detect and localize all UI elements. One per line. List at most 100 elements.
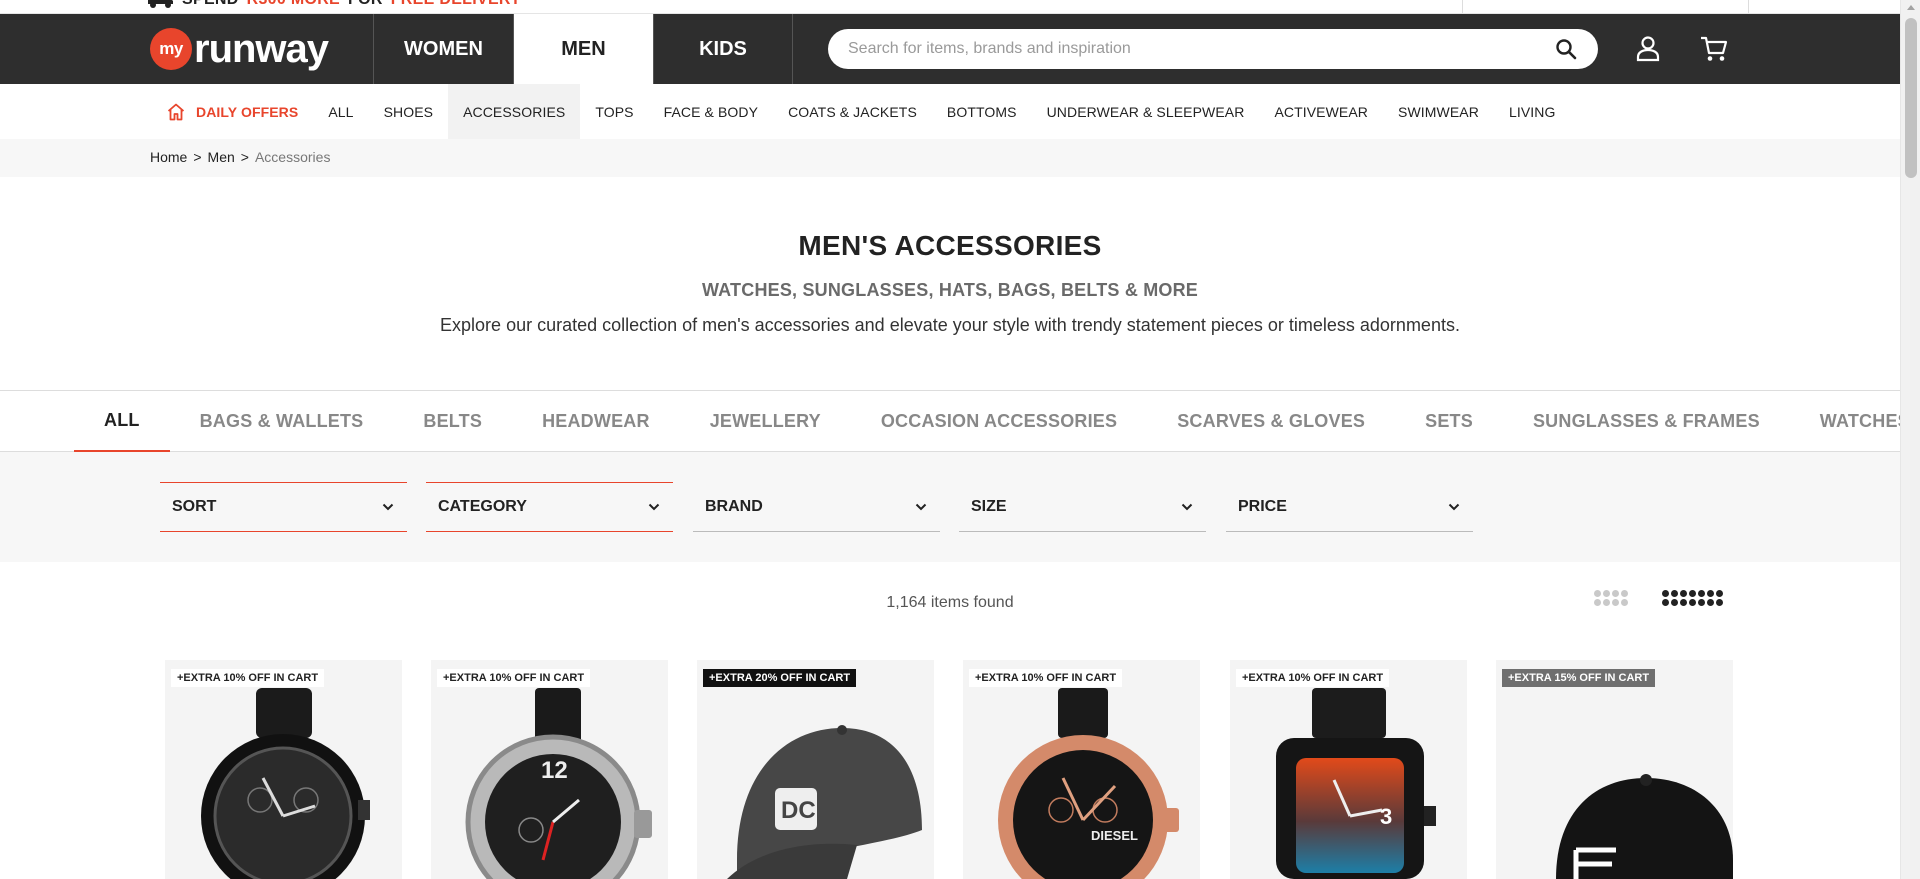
chevron-down-icon bbox=[915, 503, 927, 510]
nav-item-living[interactable]: LIVING bbox=[1494, 84, 1571, 139]
product-card[interactable]: +EXTRA 10% OFF IN CART 12 bbox=[431, 660, 668, 879]
chevron-down-icon bbox=[648, 503, 660, 511]
brand-dropdown[interactable]: BRAND bbox=[693, 482, 940, 532]
search-icon[interactable] bbox=[1554, 37, 1578, 61]
nav-item-coats-jackets[interactable]: COATS & JACKETS bbox=[773, 84, 932, 139]
promo-badge: +EXTRA 10% OFF IN CART bbox=[969, 669, 1123, 687]
promo-badge: +EXTRA 15% OFF IN CART bbox=[1502, 669, 1656, 687]
svg-text:DC: DC bbox=[781, 797, 816, 824]
subcategory-tabs: ALL BAGS & WALLETS BELTS HEADWEAR JEWELL… bbox=[0, 390, 1910, 452]
chevron-down-icon bbox=[382, 503, 394, 511]
product-image-black-cap bbox=[1556, 774, 1733, 879]
promo-banner: SPEND R300 MORE FOR FREE DELIVERY bbox=[0, 0, 1900, 14]
svg-text:3: 3 bbox=[1380, 804, 1392, 829]
size-dropdown[interactable]: SIZE bbox=[959, 482, 1206, 532]
tab-occasion-accessories[interactable]: OCCASION ACCESSORIES bbox=[851, 391, 1147, 452]
delivery-truck-icon bbox=[148, 0, 173, 8]
large-grid-view-icon[interactable] bbox=[1662, 590, 1723, 606]
gender-tab-men[interactable]: MEN bbox=[513, 14, 653, 84]
breadcrumb-current: Accessories bbox=[254, 149, 331, 165]
category-dropdown[interactable]: CATEGORY bbox=[426, 482, 673, 532]
breadcrumb-bar: Home > Men > Accessories bbox=[0, 139, 1900, 177]
tab-headwear[interactable]: HEADWEAR bbox=[512, 391, 680, 452]
product-card[interactable]: +EXTRA 15% OFF IN CART bbox=[1496, 660, 1733, 879]
price-dropdown[interactable]: PRICE bbox=[1226, 482, 1473, 532]
product-image-grey-cap: DC bbox=[727, 725, 922, 879]
nav-item-underwear-sleepwear[interactable]: UNDERWEAR & SLEEPWEAR bbox=[1032, 84, 1260, 139]
tab-belts[interactable]: BELTS bbox=[393, 391, 512, 452]
tab-jewellery[interactable]: JEWELLERY bbox=[680, 391, 851, 452]
site-logo[interactable]: my runway bbox=[150, 26, 329, 72]
promo-badge: +EXTRA 10% OFF IN CART bbox=[1236, 669, 1390, 687]
promo-middle: FOR bbox=[348, 0, 383, 9]
promo-divider bbox=[1748, 0, 1749, 13]
sort-label: SORT bbox=[172, 498, 217, 515]
nav-daily-offers[interactable]: DAILY OFFERS bbox=[150, 84, 313, 139]
product-card[interactable]: +EXTRA 10% OFF IN CART 3 bbox=[1230, 660, 1467, 879]
logo-badge: my bbox=[150, 28, 192, 70]
product-card[interactable]: +EXTRA 10% OFF IN CART DIESEL bbox=[963, 660, 1200, 879]
promo-text: SPEND R300 MORE FOR FREE DELIVERY bbox=[148, 0, 521, 9]
nav-item-swimwear[interactable]: SWIMWEAR bbox=[1383, 84, 1494, 139]
product-image-square-watch: 3 bbox=[1276, 688, 1436, 879]
breadcrumb-home[interactable]: Home bbox=[150, 149, 187, 165]
scrollbar-thumb[interactable] bbox=[1905, 18, 1917, 178]
site-header: my runway WOMEN MEN KIDS bbox=[0, 14, 1900, 84]
small-grid-view-icon[interactable] bbox=[1594, 590, 1628, 606]
product-image-rose-gold-watch: DIESEL bbox=[998, 688, 1179, 879]
home-icon bbox=[167, 103, 185, 120]
page-scrollbar[interactable] bbox=[1900, 0, 1920, 879]
tab-sets[interactable]: SETS bbox=[1395, 391, 1503, 452]
breadcrumb-men[interactable]: Men bbox=[208, 149, 235, 165]
gender-tabs: WOMEN MEN KIDS bbox=[373, 14, 793, 84]
nav-item-activewear[interactable]: ACTIVEWEAR bbox=[1259, 84, 1383, 139]
promo-badge: +EXTRA 20% OFF IN CART bbox=[703, 669, 857, 687]
filter-bar: SORT CATEGORY BRAND SIZE PRICE bbox=[0, 452, 1900, 562]
nav-item-face-body[interactable]: FACE & BODY bbox=[649, 84, 773, 139]
sort-dropdown[interactable]: SORT bbox=[160, 482, 407, 532]
size-label: SIZE bbox=[971, 497, 1007, 515]
product-card[interactable]: +EXTRA 10% OFF IN CART bbox=[165, 660, 402, 879]
gender-tab-women[interactable]: WOMEN bbox=[373, 14, 513, 84]
nav-item-tops[interactable]: TOPS bbox=[580, 84, 648, 139]
price-label: PRICE bbox=[1238, 497, 1287, 515]
promo-offer: FREE DELIVERY bbox=[391, 0, 521, 9]
nav-item-shoes[interactable]: SHOES bbox=[369, 84, 449, 139]
scroll-up-arrow-icon[interactable] bbox=[1907, 5, 1915, 10]
chevron-down-icon bbox=[1448, 503, 1460, 510]
category-label: CATEGORY bbox=[438, 498, 527, 515]
user-icon[interactable] bbox=[1633, 34, 1663, 64]
page-subtitle: WATCHES, SUNGLASSES, HATS, BAGS, BELTS &… bbox=[701, 280, 1199, 300]
gender-tab-kids[interactable]: KIDS bbox=[653, 14, 793, 84]
category-nav: DAILY OFFERS ALL SHOES ACCESSORIES TOPS … bbox=[0, 84, 1900, 139]
cart-icon[interactable] bbox=[1699, 34, 1729, 64]
product-image-silver-watch: 12 bbox=[465, 688, 652, 879]
search-input[interactable] bbox=[848, 40, 1554, 58]
promo-badge: +EXTRA 10% OFF IN CART bbox=[437, 669, 591, 687]
breadcrumb-separator: > bbox=[193, 149, 202, 165]
svg-text:DIESEL: DIESEL bbox=[1091, 828, 1138, 843]
page-description: Explore our curated collection of men's … bbox=[440, 315, 1460, 335]
tab-scarves-gloves[interactable]: SCARVES & GLOVES bbox=[1147, 391, 1395, 452]
promo-prefix: SPEND bbox=[182, 0, 239, 9]
logo-wordmark: runway bbox=[194, 27, 329, 71]
promo-amount: R300 MORE bbox=[247, 0, 340, 9]
nav-daily-offers-label: DAILY OFFERS bbox=[196, 103, 299, 120]
page-title: MEN'S ACCESSORIES bbox=[798, 230, 1102, 261]
promo-badge: +EXTRA 10% OFF IN CART bbox=[171, 669, 325, 687]
breadcrumb: Home > Men > Accessories bbox=[150, 149, 330, 165]
product-card[interactable]: +EXTRA 20% OFF IN CART DC bbox=[697, 660, 934, 879]
nav-item-accessories[interactable]: ACCESSORIES bbox=[448, 84, 581, 139]
promo-divider bbox=[1462, 0, 1463, 13]
search-bar bbox=[828, 29, 1598, 69]
product-image-black-watch bbox=[201, 688, 370, 879]
nav-item-all[interactable]: ALL bbox=[313, 84, 368, 139]
tab-all[interactable]: ALL bbox=[74, 391, 170, 452]
breadcrumb-separator: > bbox=[240, 149, 249, 165]
brand-label: BRAND bbox=[705, 497, 763, 515]
tab-sunglasses-frames[interactable]: SUNGLASSES & FRAMES bbox=[1503, 391, 1790, 452]
svg-text:12: 12 bbox=[541, 757, 568, 784]
chevron-down-icon bbox=[1181, 503, 1193, 510]
nav-item-bottoms[interactable]: BOTTOMS bbox=[932, 84, 1032, 139]
tab-bags-wallets[interactable]: BAGS & WALLETS bbox=[170, 391, 394, 452]
